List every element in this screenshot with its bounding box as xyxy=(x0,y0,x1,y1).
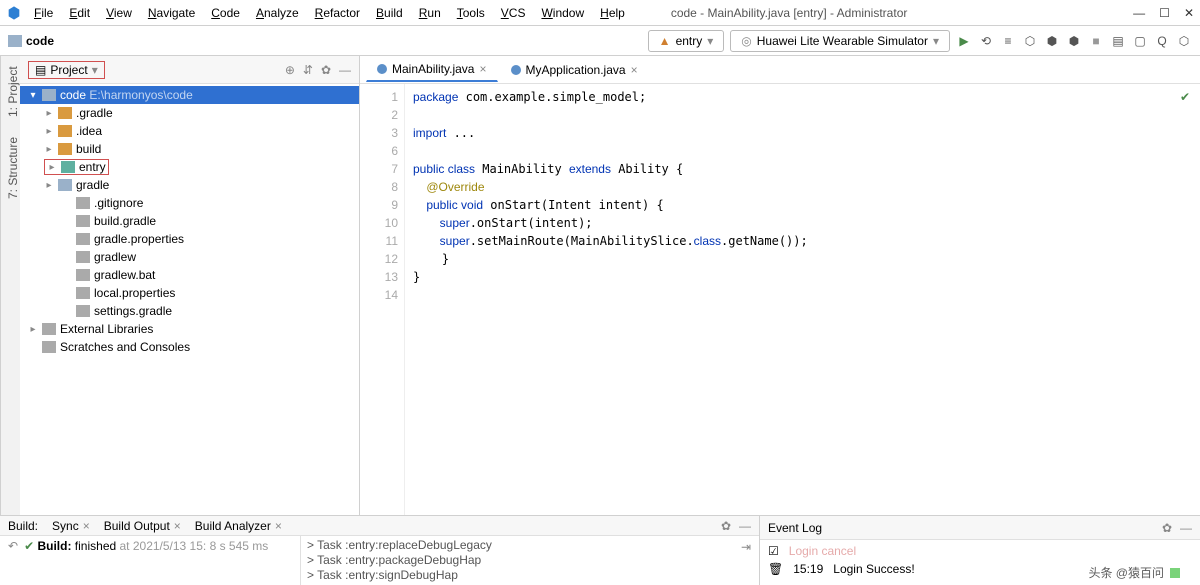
tree-item-gradlew[interactable]: gradlew xyxy=(20,248,359,266)
profile-icon[interactable]: ≡ xyxy=(1000,33,1016,49)
code-area[interactable]: package com.example.simple_model; import… xyxy=(405,84,1200,515)
run-config-selector[interactable]: ▲entry▾ xyxy=(648,30,725,52)
layout-icon[interactable]: ▢ xyxy=(1132,33,1148,49)
menu-bar: FileEditViewNavigateCodeAnalyzeRefactorB… xyxy=(28,4,631,22)
menu-navigate[interactable]: Navigate xyxy=(142,4,201,22)
minimize-icon[interactable]: — xyxy=(1133,6,1145,20)
soft-wrap-icon[interactable]: ⇥ xyxy=(741,540,751,555)
stop-icon[interactable]: ■ xyxy=(1088,33,1104,49)
navigation-bar: code ▲entry▾ ◎Huawei Lite Wearable Simul… xyxy=(0,26,1200,56)
editor-tabs: MainAbility.java×MyApplication.java× xyxy=(360,56,1200,84)
project-tree[interactable]: ▾code E:\harmonyos\code▸.gradle▸.idea▸bu… xyxy=(20,84,359,515)
event-log-header: Event Log ✿ — xyxy=(760,516,1200,540)
build-status: ↶ ✔ Build: finished at 2021/5/13 15: 8 s… xyxy=(0,536,300,585)
line-gutter: 12367891011121314 xyxy=(360,84,405,515)
bottom-tool-window: Build: Sync× Build Output× Build Analyze… xyxy=(0,515,1200,585)
build-tab-output[interactable]: Build Output× xyxy=(104,519,181,533)
project-tool-window: ▤Project▾ ⊕ ⇵ ✿ — ▾code E:\harmonyos\cod… xyxy=(20,56,360,515)
close-icon[interactable]: ✕ xyxy=(1184,6,1194,20)
hide-icon[interactable]: — xyxy=(1180,521,1192,535)
maximize-icon[interactable]: ☐ xyxy=(1159,6,1170,20)
menu-tools[interactable]: Tools xyxy=(451,4,491,22)
tree-item-gradlew-bat[interactable]: gradlew.bat xyxy=(20,266,359,284)
side-tab-structure[interactable]: 7: Structure xyxy=(1,137,20,199)
event-filter-icon[interactable]: ☑ xyxy=(768,544,779,558)
event-delete-icon[interactable]: 🗑 xyxy=(768,562,783,576)
menu-window[interactable]: Window xyxy=(535,4,590,22)
build-tab-sync[interactable]: Sync× xyxy=(52,519,90,533)
run-anything-icon[interactable]: ⬢ xyxy=(1066,33,1082,49)
hide-icon[interactable]: — xyxy=(739,519,751,533)
tree-item-entry[interactable]: ▸entry xyxy=(20,158,359,176)
settings-icon[interactable]: ✿ xyxy=(321,63,331,77)
folder-icon xyxy=(8,35,22,47)
inspection-ok-icon[interactable]: ✔ xyxy=(1180,90,1190,104)
select-opened-file-icon[interactable]: ⊕ xyxy=(285,63,295,77)
menu-file[interactable]: File xyxy=(28,4,59,22)
left-gutter: 7: Structure 1: Project xyxy=(0,56,20,515)
close-tab-icon[interactable]: × xyxy=(631,63,638,77)
tree-item-local-properties[interactable]: local.properties xyxy=(20,284,359,302)
watermark: 头条 @猿百问 xyxy=(1088,564,1180,581)
build-output[interactable]: > Task :entry:replaceDebugLegacy > Task … xyxy=(300,536,759,585)
expand-all-icon[interactable]: ⇵ xyxy=(303,63,313,77)
tree-item-gradle-properties[interactable]: gradle.properties xyxy=(20,230,359,248)
menu-build[interactable]: Build xyxy=(370,4,409,22)
search-icon[interactable]: Q xyxy=(1154,33,1170,49)
run-icon[interactable]: ▶ xyxy=(956,33,972,49)
tree-item-scratches-and-consoles[interactable]: Scratches and Consoles xyxy=(20,338,359,356)
menu-code[interactable]: Code xyxy=(205,4,246,22)
menu-edit[interactable]: Edit xyxy=(63,4,96,22)
menu-analyze[interactable]: Analyze xyxy=(250,4,305,22)
tree-item-build-gradle[interactable]: build.gradle xyxy=(20,212,359,230)
close-tab-icon[interactable]: × xyxy=(479,62,486,76)
tree-item-build[interactable]: ▸build xyxy=(20,140,359,158)
gear-icon[interactable]: ✿ xyxy=(1162,521,1172,535)
menu-vcs[interactable]: VCS xyxy=(495,4,532,22)
editor-tab-myapplication-java[interactable]: MyApplication.java× xyxy=(500,58,649,82)
app-icon xyxy=(6,5,22,21)
dev-eco-icon[interactable]: ▤ xyxy=(1110,33,1126,49)
menu-view[interactable]: View xyxy=(100,4,138,22)
build-header: Build: Sync× Build Output× Build Analyze… xyxy=(0,516,759,536)
attach-debugger-icon[interactable]: ⬡ xyxy=(1022,33,1038,49)
tree-item-settings-gradle[interactable]: settings.gradle xyxy=(20,302,359,320)
tree-item--idea[interactable]: ▸.idea xyxy=(20,122,359,140)
tool-icon[interactable]: ⬡ xyxy=(1176,33,1192,49)
build-tab-analyzer[interactable]: Build Analyzer× xyxy=(195,519,282,533)
tree-item-gradle[interactable]: ▸gradle xyxy=(20,176,359,194)
coverage-icon[interactable]: ⬢ xyxy=(1044,33,1060,49)
menu-refactor[interactable]: Refactor xyxy=(309,4,366,22)
device-selector[interactable]: ◎Huawei Lite Wearable Simulator▾ xyxy=(730,30,950,52)
tree-item-external-libraries[interactable]: ▸External Libraries xyxy=(20,320,359,338)
editor-tab-mainability-java[interactable]: MainAbility.java× xyxy=(366,57,498,82)
tree-item--gitignore[interactable]: .gitignore xyxy=(20,194,359,212)
back-icon[interactable]: ↶ xyxy=(8,539,18,582)
gear-icon[interactable]: ✿ xyxy=(721,519,731,533)
tree-item-code[interactable]: ▾code E:\harmonyos\code xyxy=(20,86,359,104)
project-view-selector[interactable]: ▤Project▾ xyxy=(28,61,105,79)
tree-item--gradle[interactable]: ▸.gradle xyxy=(20,104,359,122)
hide-icon[interactable]: — xyxy=(339,63,351,77)
menu-help[interactable]: Help xyxy=(594,4,631,22)
breadcrumb[interactable]: code xyxy=(8,34,54,48)
title-bar: FileEditViewNavigateCodeAnalyzeRefactorB… xyxy=(0,0,1200,26)
side-tab-project[interactable]: 1: Project xyxy=(1,66,20,117)
debug-icon[interactable]: ⟲ xyxy=(978,33,994,49)
window-title: code - MainAbility.java [entry] - Admini… xyxy=(671,6,908,20)
menu-run[interactable]: Run xyxy=(413,4,447,22)
editor: MainAbility.java×MyApplication.java× 123… xyxy=(360,56,1200,515)
